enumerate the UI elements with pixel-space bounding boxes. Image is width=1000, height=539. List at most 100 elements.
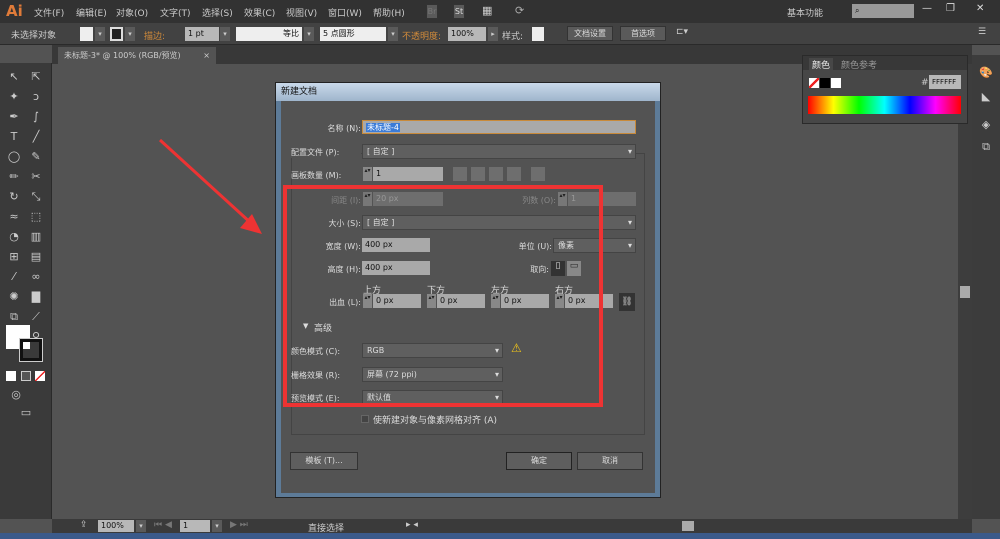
opacity-input[interactable]: 100% <box>448 27 486 41</box>
menu-file[interactable]: 文件(F) <box>34 6 64 19</box>
next-artboard-icon[interactable]: ▶ ⏭ <box>230 520 248 530</box>
search-input[interactable]: ⌕ <box>852 4 914 18</box>
eyedropper-icon[interactable]: ⁄ <box>6 269 22 285</box>
mesh-tool-icon[interactable]: ⊞ <box>6 249 22 265</box>
pencil-tool-icon[interactable]: ✏ <box>6 169 22 185</box>
screen-mode-icon[interactable]: ▭ <box>18 405 34 421</box>
black-swatch[interactable] <box>820 78 830 88</box>
pen-tool-icon[interactable]: ✒ <box>6 109 22 125</box>
menu-view[interactable]: 视图(V) <box>286 6 317 19</box>
fill-swatch[interactable] <box>80 27 93 41</box>
document-tab[interactable]: 未标题-3* @ 100% (RGB/预览) × <box>58 47 216 64</box>
menu-effect[interactable]: 效果(C) <box>244 6 275 19</box>
stroke-weight-input[interactable]: 1 pt <box>185 27 219 41</box>
stroke-color-box[interactable] <box>19 338 43 362</box>
artboard-tool-icon[interactable]: ⧉ <box>6 309 22 325</box>
none-mode-icon[interactable] <box>35 371 45 381</box>
artboard-number-input[interactable]: 1 <box>180 520 210 532</box>
artboards-stepper[interactable]: ▴▾ <box>363 167 372 181</box>
selection-tool-icon[interactable]: ↖ <box>6 69 22 85</box>
profile-dropdown[interactable]: ▾ <box>304 27 314 41</box>
none-swatch[interactable] <box>809 78 819 88</box>
direct-selection-tool-icon[interactable]: ⇱ <box>28 69 44 85</box>
template-button[interactable]: 模板 (T)... <box>290 452 358 470</box>
curvature-icon[interactable]: ∫ <box>28 109 44 125</box>
stroke-dropdown[interactable]: ▾ <box>125 27 135 41</box>
slice-tool-icon[interactable]: ⟋ <box>28 309 44 325</box>
brush-select[interactable]: 5 点圆形 <box>320 27 386 41</box>
rtl-layout-icon[interactable] <box>531 167 545 181</box>
close-button[interactable]: ✕ <box>976 3 984 14</box>
minimize-button[interactable]: — <box>922 3 932 14</box>
document-setup-button[interactable]: 文档设置 <box>567 26 613 41</box>
ok-button[interactable]: 确定 <box>506 452 572 470</box>
color-guide-icon[interactable]: ◣ <box>978 89 994 105</box>
artboard-dropdown[interactable]: ▾ <box>212 520 222 532</box>
artboards-icon[interactable]: ⧉ <box>978 139 994 155</box>
grid-by-column-icon[interactable] <box>471 167 485 181</box>
scroll-thumb[interactable] <box>960 286 970 298</box>
zoom-input[interactable]: 100% <box>98 520 134 532</box>
name-input[interactable]: 未标题-4 <box>362 120 636 134</box>
white-swatch[interactable] <box>831 78 841 88</box>
stroke-profile[interactable]: 等比 <box>236 27 302 41</box>
prev-artboard-icon[interactable]: ⏮ ◀ <box>154 520 172 530</box>
color-panel-icon[interactable]: 🎨 <box>978 65 994 81</box>
status-arrow-icon[interactable]: ▸ ◂ <box>406 520 418 530</box>
chart-tool-icon[interactable]: ▥ <box>28 229 44 245</box>
draw-mode-icon[interactable]: ◎ <box>8 387 24 403</box>
menu-edit[interactable]: 编辑(E) <box>76 6 107 19</box>
horizontal-scroll-thumb[interactable] <box>682 521 694 531</box>
menu-select[interactable]: 选择(S) <box>202 6 233 19</box>
rotate-tool-icon[interactable]: ↻ <box>6 189 22 205</box>
style-swatch[interactable] <box>532 27 544 41</box>
menu-object[interactable]: 对象(O) <box>116 6 148 19</box>
shape-builder-icon[interactable]: ◔ <box>6 229 22 245</box>
arrange-icon[interactable]: ▦ <box>482 4 492 17</box>
hex-input[interactable]: FFFFFF <box>929 75 961 89</box>
brush-tool-icon[interactable]: ✎ <box>28 149 44 165</box>
panel-menu-icon[interactable]: ☰ <box>978 27 986 37</box>
align-pixel-checkbox[interactable] <box>361 415 369 423</box>
symbol-sprayer-icon[interactable]: ✺ <box>6 289 22 305</box>
scale-tool-icon[interactable]: ⤡ <box>28 189 44 205</box>
close-tab-icon[interactable]: × <box>203 47 210 64</box>
magic-wand-icon[interactable]: ✦ <box>6 89 22 105</box>
type-tool-icon[interactable]: T <box>6 129 22 145</box>
line-tool-icon[interactable]: ╱ <box>28 129 44 145</box>
opacity-arrow[interactable]: ▸ <box>488 27 498 41</box>
free-transform-icon[interactable]: ⬚ <box>28 209 44 225</box>
sync-icon[interactable]: ⟳ <box>515 4 524 17</box>
stroke-label[interactable]: 描边: <box>144 29 165 42</box>
cancel-button[interactable]: 取消 <box>577 452 643 470</box>
fill-dropdown[interactable]: ▾ <box>95 27 105 41</box>
preferences-button[interactable]: 首选项 <box>620 26 666 41</box>
gradient-tool-icon[interactable]: ▤ <box>28 249 44 265</box>
align-icon[interactable]: ⊏▾ <box>676 27 688 37</box>
arrange-row-icon[interactable] <box>489 167 503 181</box>
link-bleed-icon[interactable]: ⛓ <box>619 293 635 311</box>
stroke-swatch[interactable] <box>110 27 123 41</box>
zoom-dropdown[interactable]: ▾ <box>136 520 146 532</box>
share-icon[interactable]: ⇪ <box>80 520 88 530</box>
align-pixel-label[interactable]: 使新建对象与像素网格对齐 (A) <box>373 413 497 426</box>
tab-color[interactable]: 颜色 <box>809 58 834 71</box>
stock-button[interactable]: St <box>453 4 465 19</box>
scissors-icon[interactable]: ✂ <box>28 169 44 185</box>
ellipse-tool-icon[interactable]: ◯ <box>6 149 22 165</box>
brush-dropdown[interactable]: ▾ <box>388 27 398 41</box>
color-spectrum[interactable] <box>808 96 961 114</box>
workspace-switcher[interactable]: 基本功能 <box>787 6 823 19</box>
stroke-weight-dropdown[interactable]: ▾ <box>220 27 230 41</box>
layers-icon[interactable]: ◈ <box>978 117 994 133</box>
blend-tool-icon[interactable]: ∞ <box>28 269 44 285</box>
tab-color-guide[interactable]: 颜色参考 <box>841 58 877 71</box>
opacity-label[interactable]: 不透明度: <box>402 29 441 42</box>
menu-help[interactable]: 帮助(H) <box>373 6 405 19</box>
column-graph-icon[interactable]: ▇ <box>28 289 44 305</box>
width-tool-icon[interactable]: ≈ <box>6 209 22 225</box>
color-mode-icon[interactable] <box>6 371 16 381</box>
menu-type[interactable]: 文字(T) <box>160 6 191 19</box>
gradient-mode-icon[interactable] <box>21 371 31 381</box>
lasso-icon[interactable]: ↄ <box>28 89 44 105</box>
